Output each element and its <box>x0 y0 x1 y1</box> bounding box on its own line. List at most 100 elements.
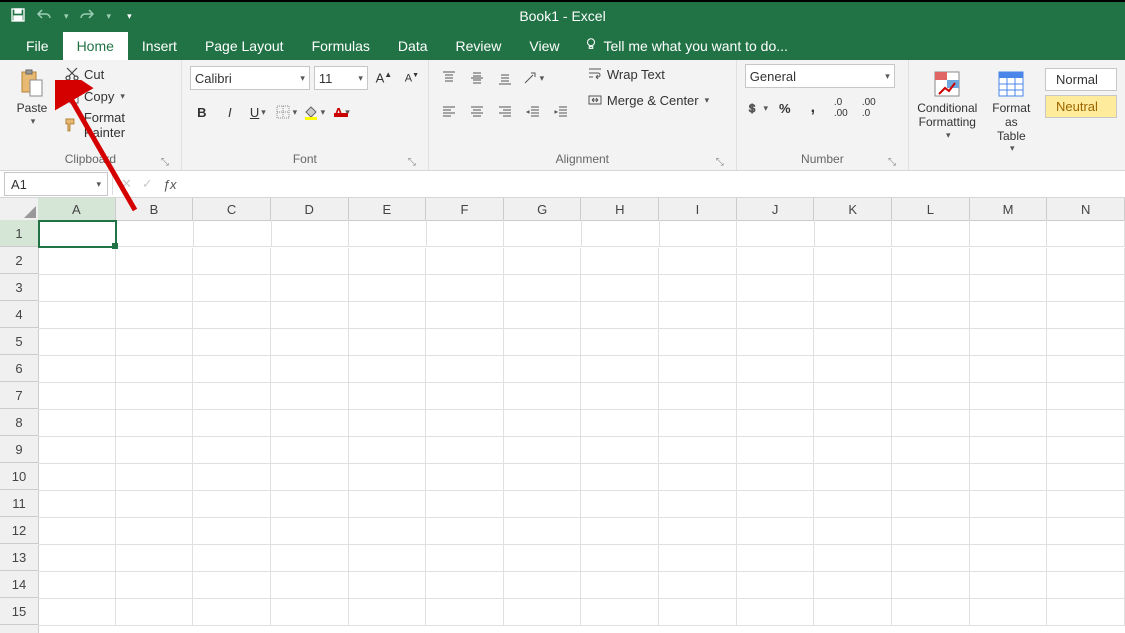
cell[interactable] <box>581 329 659 356</box>
fill-color-button[interactable]: ▾ <box>302 100 326 124</box>
cell[interactable] <box>814 572 892 599</box>
cell[interactable] <box>349 572 427 599</box>
cell[interactable] <box>349 329 427 356</box>
row-header[interactable]: 10 <box>0 463 38 490</box>
cell[interactable] <box>814 518 892 545</box>
cell[interactable] <box>504 329 582 356</box>
select-all-corner[interactable] <box>0 198 39 221</box>
cell[interactable] <box>504 248 582 275</box>
cell[interactable] <box>193 275 271 302</box>
cell[interactable] <box>349 302 427 329</box>
cell[interactable] <box>504 437 582 464</box>
cell[interactable] <box>892 220 970 247</box>
merge-center-button[interactable]: Merge & Center ▾ <box>583 90 713 110</box>
cell[interactable] <box>271 464 349 491</box>
cell[interactable] <box>194 220 272 247</box>
cell[interactable] <box>970 356 1048 383</box>
cell[interactable] <box>970 302 1048 329</box>
cell[interactable] <box>116 491 194 518</box>
cell[interactable] <box>970 329 1048 356</box>
paste-dropdown[interactable]: ▾ <box>31 116 36 126</box>
row-header[interactable]: 5 <box>0 328 38 355</box>
cell[interactable] <box>349 248 427 275</box>
align-center-button[interactable] <box>465 100 489 124</box>
cell[interactable] <box>38 302 116 329</box>
cell[interactable] <box>272 220 350 247</box>
cell[interactable] <box>659 572 737 599</box>
cell[interactable] <box>737 599 815 626</box>
cell[interactable] <box>892 599 970 626</box>
tab-review[interactable]: Review <box>442 32 516 60</box>
cell[interactable] <box>38 437 116 464</box>
row-header[interactable]: 1 <box>0 220 38 247</box>
cell[interactable] <box>659 356 737 383</box>
cell[interactable] <box>581 302 659 329</box>
cell[interactable] <box>659 275 737 302</box>
column-header[interactable]: I <box>659 198 737 220</box>
column-header[interactable]: M <box>970 198 1048 220</box>
cell[interactable] <box>815 220 893 247</box>
cell[interactable] <box>892 302 970 329</box>
cell[interactable] <box>659 464 737 491</box>
cell[interactable] <box>116 464 194 491</box>
column-header[interactable]: C <box>193 198 271 220</box>
align-left-button[interactable] <box>437 100 461 124</box>
cell[interactable] <box>737 518 815 545</box>
cell[interactable] <box>970 410 1048 437</box>
column-header[interactable]: L <box>892 198 970 220</box>
column-header[interactable]: J <box>737 198 815 220</box>
formula-input[interactable] <box>195 172 1125 196</box>
cell[interactable] <box>504 545 582 572</box>
cell[interactable] <box>271 410 349 437</box>
cell[interactable] <box>271 275 349 302</box>
alignment-launcher-icon[interactable]: ⤡ <box>716 157 724 168</box>
cancel-icon[interactable]: ✕ <box>121 176 132 192</box>
cell[interactable] <box>1047 302 1125 329</box>
tab-data[interactable]: Data <box>384 32 442 60</box>
row-header[interactable]: 15 <box>0 598 38 625</box>
cell[interactable] <box>1047 491 1125 518</box>
orientation-button[interactable]: ▾ <box>521 66 545 90</box>
cell[interactable] <box>116 599 194 626</box>
increase-font-size-button[interactable]: A▲ <box>372 66 396 90</box>
cell[interactable] <box>349 356 427 383</box>
cell[interactable] <box>581 356 659 383</box>
cell[interactable] <box>814 356 892 383</box>
cell[interactable] <box>193 599 271 626</box>
cell[interactable] <box>892 572 970 599</box>
row-header[interactable]: 13 <box>0 544 38 571</box>
cell[interactable] <box>581 545 659 572</box>
cell[interactable] <box>737 356 815 383</box>
cell[interactable] <box>814 275 892 302</box>
cell[interactable] <box>970 275 1048 302</box>
tell-me-search[interactable]: Tell me what you want to do... <box>574 31 798 60</box>
cell[interactable] <box>659 599 737 626</box>
cell[interactable] <box>970 545 1048 572</box>
cell[interactable] <box>193 518 271 545</box>
cell[interactable] <box>38 599 116 626</box>
cell[interactable] <box>349 437 427 464</box>
cell[interactable] <box>426 302 504 329</box>
accounting-format-button[interactable]: $▾ <box>745 96 769 120</box>
cell[interactable] <box>38 518 116 545</box>
save-icon[interactable] <box>10 7 26 26</box>
cell[interactable] <box>892 464 970 491</box>
insert-function-button[interactable]: ƒx <box>163 177 177 192</box>
cell[interactable] <box>814 545 892 572</box>
cell[interactable] <box>426 491 504 518</box>
cell[interactable] <box>193 437 271 464</box>
percent-format-button[interactable]: % <box>773 96 797 120</box>
cell[interactable] <box>892 410 970 437</box>
cell[interactable] <box>737 248 815 275</box>
cell[interactable] <box>271 545 349 572</box>
row-header[interactable]: 12 <box>0 517 38 544</box>
merge-dropdown[interactable]: ▾ <box>705 95 710 106</box>
cell[interactable] <box>116 545 194 572</box>
cell[interactable] <box>426 329 504 356</box>
cell[interactable] <box>581 599 659 626</box>
cell[interactable] <box>504 220 582 247</box>
align-right-button[interactable] <box>493 100 517 124</box>
cell[interactable] <box>193 572 271 599</box>
cell[interactable] <box>193 491 271 518</box>
cell[interactable] <box>426 518 504 545</box>
